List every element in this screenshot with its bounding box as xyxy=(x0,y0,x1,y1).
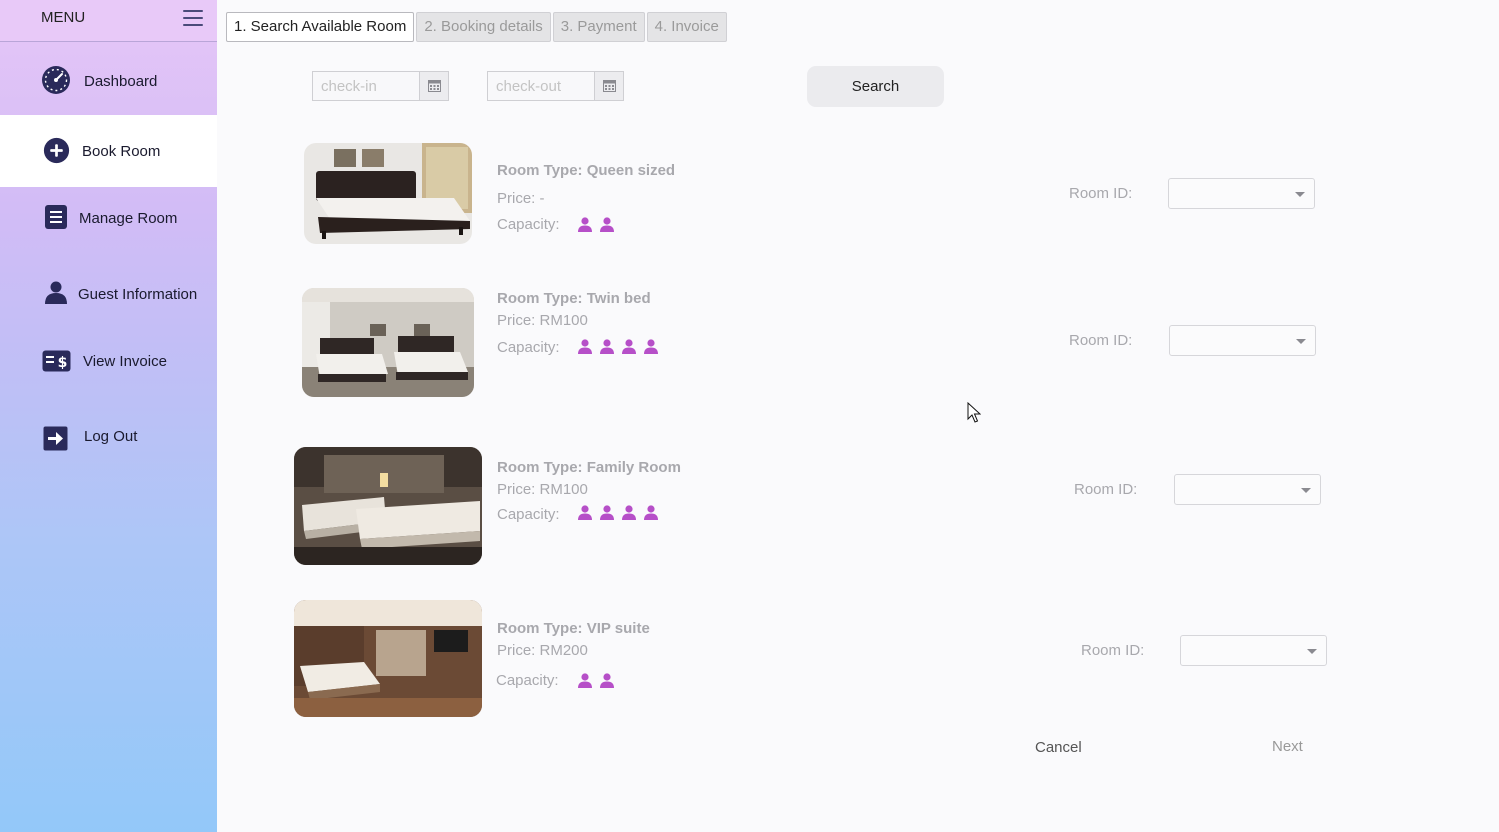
room-capacity-label: Capacity: xyxy=(497,216,560,233)
sidebar: MENU Dashboard Book Room Manage Room Gue… xyxy=(0,0,217,832)
capacity-icons xyxy=(577,217,615,232)
guest-person-icon xyxy=(578,673,592,688)
next-button[interactable]: Next xyxy=(1272,738,1303,755)
tab-invoice[interactable]: 4. Invoice xyxy=(646,12,727,42)
room-id-select[interactable] xyxy=(1174,474,1321,505)
checkin-input[interactable] xyxy=(313,72,419,100)
calendar-icon[interactable] xyxy=(594,72,623,100)
sidebar-item-log-out[interactable]: Log Out xyxy=(0,408,217,468)
room-id-select[interactable] xyxy=(1168,178,1315,209)
cancel-button[interactable]: Cancel xyxy=(1035,739,1082,756)
room-type-label: Room Type: Family Room xyxy=(497,459,681,476)
capacity-icons xyxy=(577,673,615,688)
chevron-down-icon xyxy=(1296,339,1306,344)
sidebar-item-label: Dashboard xyxy=(84,73,158,90)
plus-circle-icon xyxy=(43,137,70,164)
sidebar-item-label: Book Room xyxy=(82,143,161,160)
tab-booking-details[interactable]: 2. Booking details xyxy=(416,12,551,42)
room-capacity-label: Capacity: xyxy=(497,506,560,523)
sidebar-item-guest-information[interactable]: Guest Information xyxy=(0,266,217,326)
family-room-photo xyxy=(294,447,482,565)
checkin-date-picker xyxy=(312,71,449,101)
guest-person-icon xyxy=(622,505,636,520)
guest-person-icon xyxy=(600,217,614,232)
guest-person-icon xyxy=(600,339,614,354)
capacity-icons xyxy=(577,505,659,520)
chevron-down-icon xyxy=(1295,192,1305,197)
room-id-label: Room ID: xyxy=(1069,185,1133,202)
capacity-icons xyxy=(577,339,659,354)
person-icon xyxy=(45,281,67,304)
sidebar-header: MENU xyxy=(0,0,217,42)
dashboard-gauge-icon xyxy=(42,66,70,94)
svg-text:$: $ xyxy=(58,355,68,371)
room-price-label: Price: - xyxy=(497,190,545,207)
guest-person-icon xyxy=(578,505,592,520)
search-button[interactable]: Search xyxy=(807,66,944,107)
wizard-tabs: 1. Search Available Room 2. Booking deta… xyxy=(226,12,729,42)
room-price-label: Price: RM100 xyxy=(497,481,588,498)
mouse-cursor-icon xyxy=(967,402,981,423)
vip-suite-photo xyxy=(294,600,482,717)
sidebar-item-label: Log Out xyxy=(84,428,138,445)
sidebar-item-view-invoice[interactable]: $ View Invoice xyxy=(0,334,217,394)
sidebar-item-dashboard[interactable]: Dashboard xyxy=(0,51,217,111)
invoice-dollar-icon: $ xyxy=(42,350,71,372)
logout-arrow-icon xyxy=(43,426,68,451)
guest-person-icon xyxy=(578,339,592,354)
checkout-input[interactable] xyxy=(488,72,594,100)
guest-person-icon xyxy=(600,673,614,688)
guest-person-icon xyxy=(600,505,614,520)
chevron-down-icon xyxy=(1301,488,1311,493)
room-id-select[interactable] xyxy=(1169,325,1316,356)
checkout-date-picker xyxy=(487,71,624,101)
room-type-label: Room Type: Queen sized xyxy=(497,162,676,179)
guest-person-icon xyxy=(644,505,658,520)
tab-search-available-room[interactable]: 1. Search Available Room xyxy=(226,12,415,42)
sidebar-item-label: View Invoice xyxy=(83,353,167,370)
guest-person-icon xyxy=(578,217,592,232)
room-price-label: Price: RM100 xyxy=(497,312,588,329)
tab-payment[interactable]: 3. Payment xyxy=(552,12,645,42)
room-type-label: Room Type: VIP suite xyxy=(497,620,650,637)
menu-label: MENU xyxy=(41,9,86,26)
room-price-label: Price: RM200 xyxy=(497,642,588,659)
sidebar-item-book-room[interactable]: Book Room xyxy=(0,115,217,187)
room-id-select[interactable] xyxy=(1180,635,1327,666)
sidebar-item-label: Manage Room xyxy=(79,210,178,227)
list-document-icon xyxy=(45,205,67,229)
room-id-label: Room ID: xyxy=(1069,332,1133,349)
sidebar-item-label: Guest Information xyxy=(78,286,198,303)
twin-room-photo xyxy=(302,288,474,397)
room-capacity-label: Capacity: xyxy=(496,672,559,689)
guest-person-icon xyxy=(622,339,636,354)
room-id-label: Room ID: xyxy=(1074,481,1138,498)
hamburger-menu-icon[interactable] xyxy=(183,10,203,26)
room-id-label: Room ID: xyxy=(1081,642,1145,659)
room-capacity-label: Capacity: xyxy=(497,339,560,356)
sidebar-item-manage-room[interactable]: Manage Room xyxy=(0,190,217,250)
chevron-down-icon xyxy=(1307,649,1317,654)
room-type-label: Room Type: Twin bed xyxy=(497,290,651,307)
calendar-icon[interactable] xyxy=(419,72,448,100)
guest-person-icon xyxy=(644,339,658,354)
queen-room-photo xyxy=(304,143,472,244)
